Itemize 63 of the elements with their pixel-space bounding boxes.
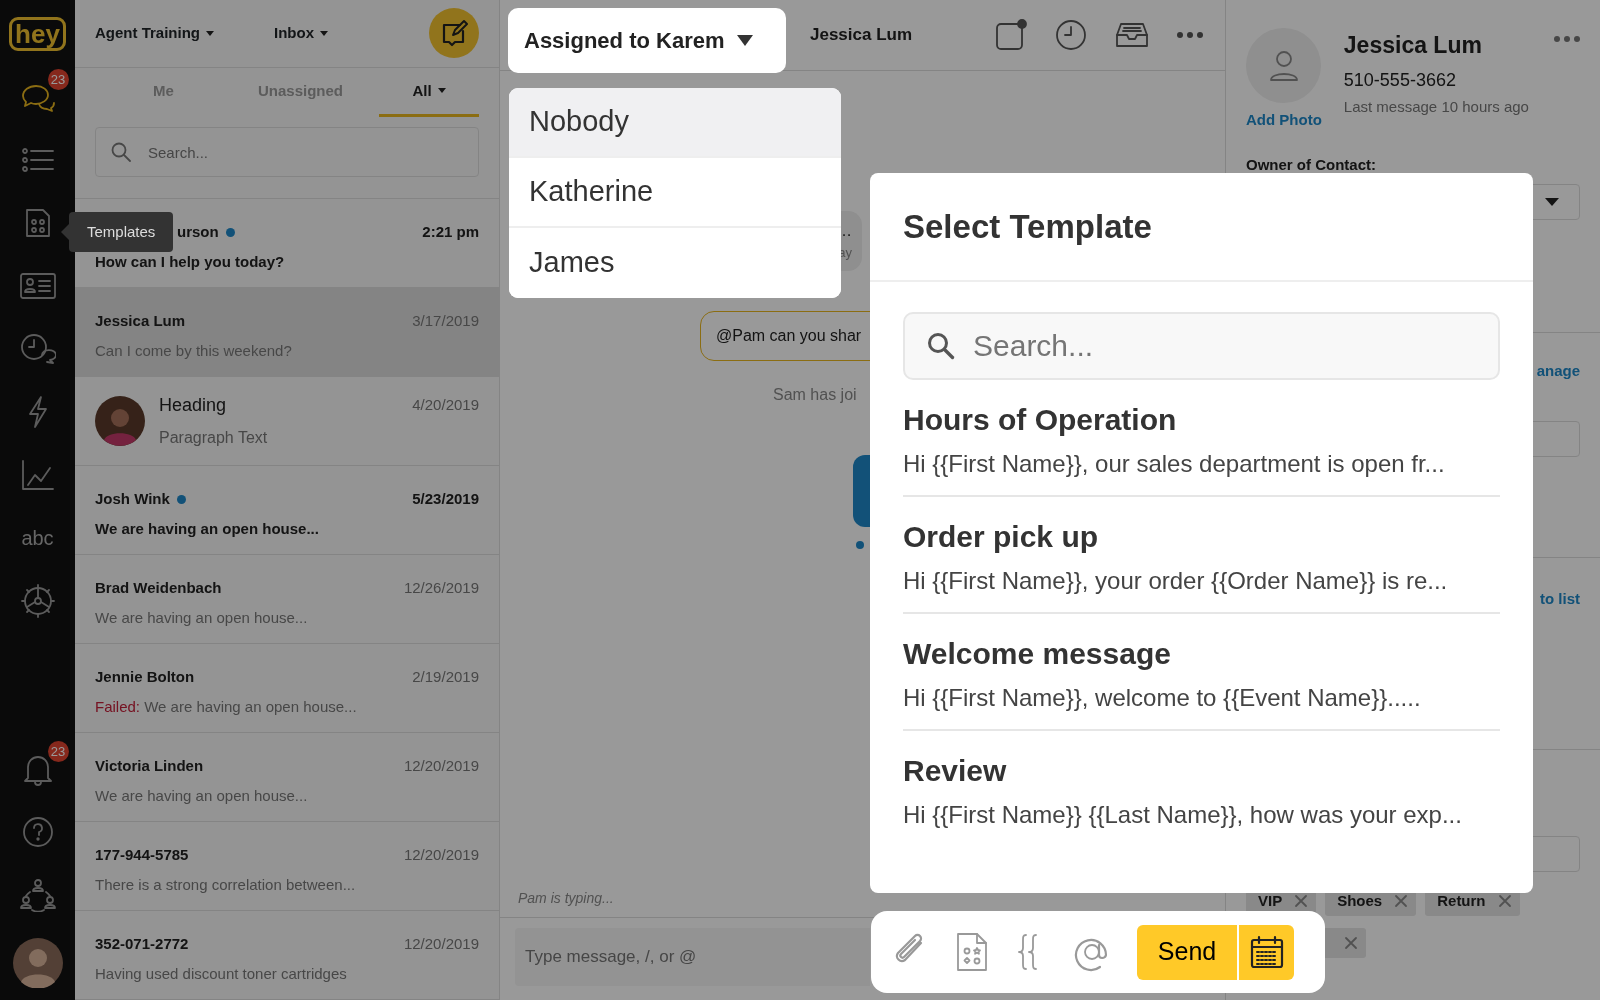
message-time: 4/20/2019	[412, 395, 479, 416]
contact-name: Jessica Lum	[95, 311, 186, 331]
workspace-dropdown[interactable]: Agent Training	[95, 22, 214, 45]
message-preview: We are having an open house...	[95, 785, 309, 806]
conversation-row[interactable]: Jennie Bolton 2/19/2019 Failed: We are having an open house...	[75, 644, 499, 733]
conversation-row[interactable]: Brad Weidenbach 12/26/2019 We are having an open house...	[75, 555, 499, 644]
message-preview: Failed: We are having an open house...	[95, 696, 358, 717]
message-preview: There is a strong correlation between...	[95, 874, 357, 895]
message-time: 2/19/2019	[412, 667, 479, 687]
template-title[interactable]: Review	[903, 753, 1007, 789]
inbox-dropdown[interactable]: Inbox	[274, 22, 328, 45]
search-field[interactable]: Search...	[95, 127, 479, 177]
contact-name: urson	[177, 222, 219, 242]
dialog-title: Select Template	[870, 173, 1533, 282]
notification-count: 23	[47, 741, 69, 762]
message-preview: We are having an open house...	[95, 518, 320, 539]
tooltip: Templates	[61, 212, 174, 252]
conversation-row[interactable]: Victoria Linden 12/20/2019 We are having an open house...	[75, 733, 499, 822]
conversation-row[interactable]: Heading 4/20/2019 Paragraph Text	[75, 377, 499, 466]
message-preview: Paragraph Text	[159, 428, 269, 448]
message-time: 3/17/2019	[412, 311, 479, 331]
contact-name: 177-944-5785	[95, 845, 189, 865]
contact-name: Heading	[159, 394, 227, 417]
contact-name: Brad Weidenbach	[95, 578, 222, 598]
contact-name: Victoria Linden	[95, 756, 204, 776]
message-time: 12/20/2019	[403, 934, 479, 954]
template-title[interactable]: Hours of Operation	[903, 402, 1177, 438]
text-tool[interactable]: abc	[21, 523, 54, 553]
last-message-time: Last message 10 hours ago	[1343, 96, 1529, 117]
contact-name: Josh Wink	[95, 489, 170, 509]
message-preview: Having used discount toner cartridges	[95, 963, 348, 984]
message-time: 12/20/2019	[403, 845, 479, 865]
template-preview[interactable]: Hi {{First Name}}, our sales department is open fr...	[903, 450, 1445, 478]
logo[interactable]: hey	[9, 17, 66, 51]
phone-number: 510-555-3662	[1343, 68, 1457, 92]
owner-label: Owner of Contact:	[1246, 154, 1377, 175]
contact-name: Jessica Lum	[1343, 31, 1483, 60]
message-preview: How can I help you today?	[95, 251, 286, 272]
send-button[interactable]: Send	[1137, 924, 1237, 980]
notification-count: 23	[47, 69, 69, 90]
template-title[interactable]: Order pick up	[903, 519, 1099, 555]
message-time: 12/26/2019	[403, 578, 479, 598]
typing-indicator: Pam is typing...	[517, 889, 615, 908]
message-time: 2:21 pm	[422, 222, 479, 242]
contact-name: 352-071-2772	[95, 934, 189, 954]
search-field[interactable]: Search...	[903, 312, 1500, 380]
message-time: 12/20/2019	[403, 756, 479, 776]
conversation-row[interactable]: 352-071-2772 12/20/2019 Having used discount toner cartridges	[75, 911, 499, 1000]
template-preview[interactable]: Hi {{First Name}}, your order {{Order Name}} is re...	[903, 567, 1448, 595]
template-preview[interactable]: Hi {{First Name}}, welcome to {{Event Name}}.....	[903, 684, 1421, 712]
template-title[interactable]: Welcome message	[903, 636, 1171, 672]
message-time: 5/23/2019	[412, 489, 479, 509]
contact-name: Jessica Lum	[810, 24, 913, 47]
message-field[interactable]: Type message, /, or @	[515, 928, 870, 986]
filter-tab[interactable]: All	[379, 67, 479, 117]
contact-name: Jennie Bolton	[95, 667, 195, 687]
conversation-row[interactable]: Josh Wink 5/23/2019 We are having an open house...	[75, 466, 499, 555]
conversation-row[interactable]: 177-944-5785 12/20/2019 There is a strong correlation between...	[75, 822, 499, 911]
message-preview: We are having an open house...	[95, 607, 309, 628]
template-preview[interactable]: Hi {{First Name}} {{Last Name}}, how was your exp...	[903, 801, 1462, 829]
event-text: Sam has joi	[773, 384, 858, 405]
assign-dropdown[interactable]: Assigned to Karem	[508, 8, 786, 73]
menu-item[interactable]: Nobody	[509, 88, 841, 158]
